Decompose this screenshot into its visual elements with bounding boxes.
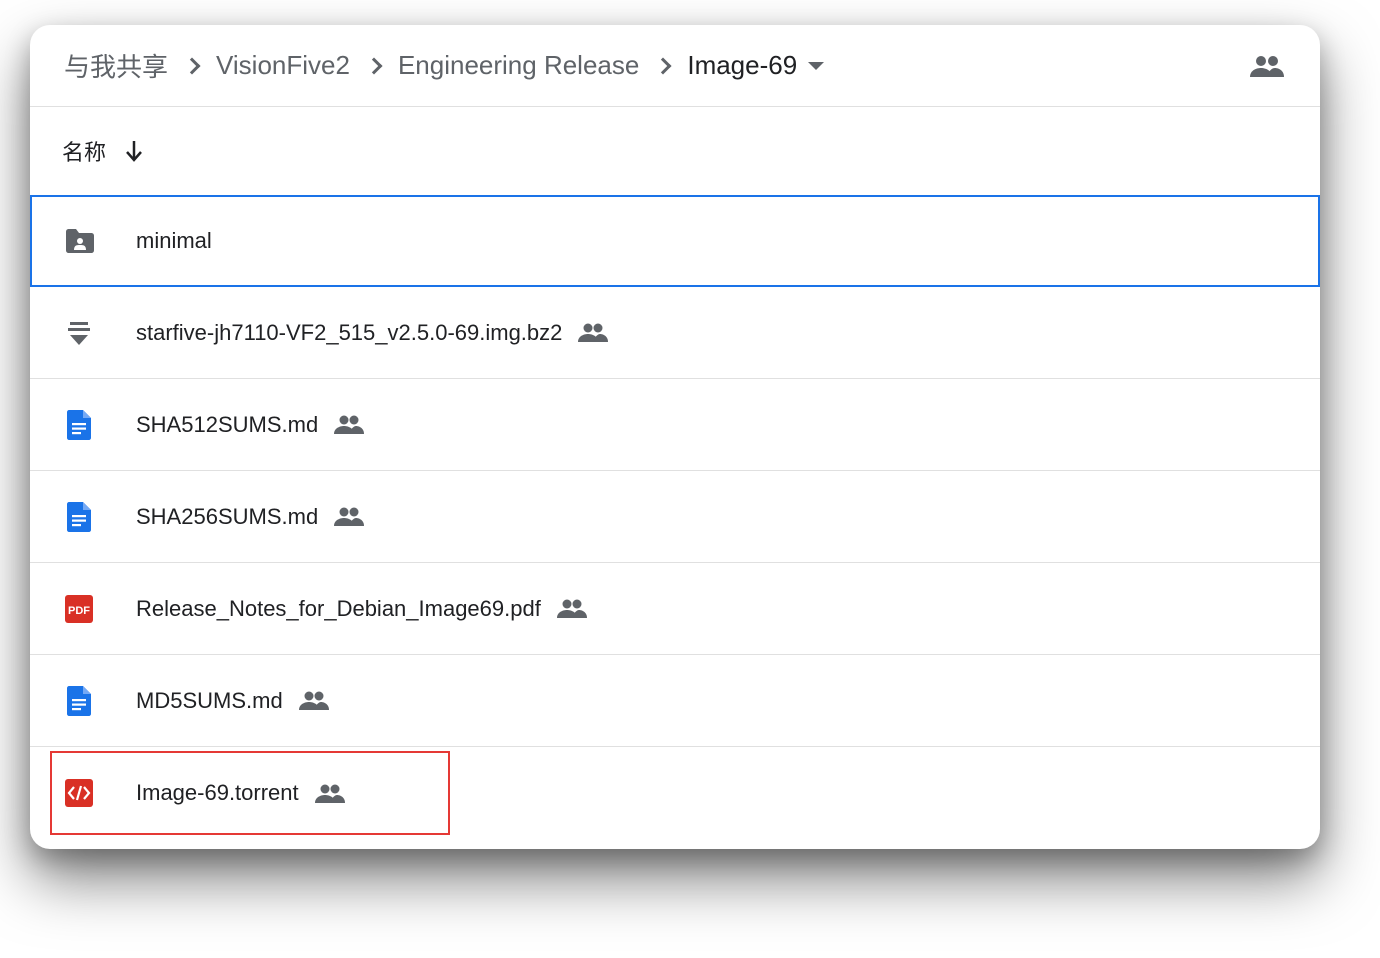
file-row-torrent[interactable]: Image-69.torrent	[30, 747, 1320, 839]
code-icon	[62, 779, 96, 807]
archive-queue-icon	[62, 321, 96, 345]
shared-icon	[299, 691, 329, 710]
file-name: starfive-jh7110-VF2_515_v2.5.0-69.img.bz…	[136, 320, 562, 346]
shared-icon	[578, 323, 608, 342]
file-row-sha256[interactable]: SHA256SUMS.md	[30, 471, 1320, 563]
doc-icon	[62, 686, 96, 716]
shared-icon	[315, 784, 345, 803]
file-name: MD5SUMS.md	[136, 688, 283, 714]
file-name: Image-69.torrent	[136, 780, 299, 806]
file-row-release-notes-pdf[interactable]: PDF Release_Notes_for_Debian_Image69.pdf	[30, 563, 1320, 655]
folder-shared-icon	[62, 228, 96, 254]
file-row-md5[interactable]: MD5SUMS.md	[30, 655, 1320, 747]
file-row-folder-minimal[interactable]: minimal	[30, 195, 1320, 287]
column-header-label: 名称	[62, 135, 106, 167]
file-row-sha512[interactable]: SHA512SUMS.md	[30, 379, 1320, 471]
breadcrumb-item-engineering-release[interactable]: Engineering Release	[396, 46, 641, 85]
share-people-icon[interactable]	[1246, 51, 1288, 81]
chevron-right-icon	[655, 57, 672, 74]
file-name: SHA512SUMS.md	[136, 412, 318, 438]
doc-icon	[62, 410, 96, 440]
file-name: Release_Notes_for_Debian_Image69.pdf	[136, 596, 541, 622]
breadcrumb: 与我共享 VisionFive2 Engineering Release Ima…	[30, 25, 1320, 107]
shared-icon	[334, 415, 364, 434]
file-row-img-bz2[interactable]: starfive-jh7110-VF2_515_v2.5.0-69.img.bz…	[30, 287, 1320, 379]
shared-icon	[557, 599, 587, 618]
breadcrumb-item-visionfive2[interactable]: VisionFive2	[214, 46, 352, 85]
drive-file-list-card: 与我共享 VisionFive2 Engineering Release Ima…	[30, 25, 1320, 849]
breadcrumb-current-label: Image-69	[687, 50, 797, 81]
caret-down-icon	[807, 60, 825, 72]
file-name: minimal	[136, 228, 212, 254]
doc-icon	[62, 502, 96, 532]
shared-icon	[334, 507, 364, 526]
breadcrumb-item-shared-with-me[interactable]: 与我共享	[62, 43, 170, 88]
pdf-icon: PDF	[62, 595, 96, 623]
svg-text:PDF: PDF	[68, 605, 90, 617]
breadcrumb-item-current[interactable]: Image-69	[685, 46, 827, 85]
column-header-name[interactable]: 名称	[30, 107, 1320, 195]
sort-descending-icon	[124, 140, 144, 162]
file-name: SHA256SUMS.md	[136, 504, 318, 530]
chevron-right-icon	[184, 57, 201, 74]
chevron-right-icon	[365, 57, 382, 74]
